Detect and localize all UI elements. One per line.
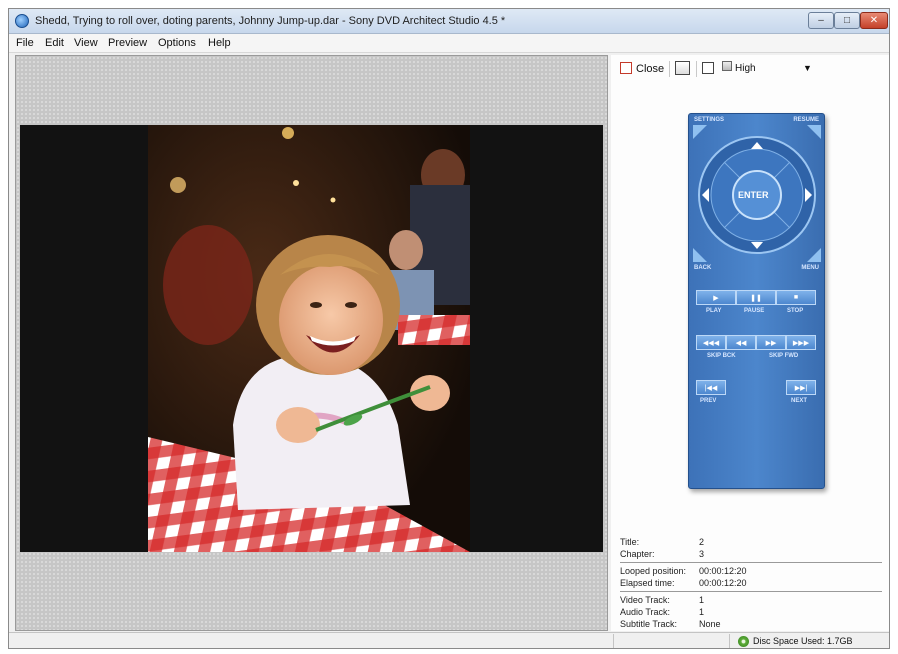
quality-select[interactable]: High bbox=[735, 63, 756, 74]
skip-forward-icon[interactable]: ▶▶ bbox=[756, 335, 786, 350]
info-divider bbox=[620, 562, 882, 563]
title-label: Title: bbox=[620, 537, 640, 547]
dropdown-arrow-icon[interactable]: ▼ bbox=[803, 63, 812, 73]
toolbar-separator bbox=[669, 61, 670, 77]
settings-button[interactable]: SETTINGS bbox=[694, 117, 724, 123]
app-window: Shedd, Trying to roll over, doting paren… bbox=[8, 8, 890, 649]
chapter-value: 3 bbox=[699, 549, 705, 559]
menu-preview[interactable]: Preview bbox=[108, 37, 147, 49]
window-title: Shedd, Trying to roll over, doting paren… bbox=[35, 15, 506, 27]
fullscreen-icon[interactable] bbox=[702, 62, 714, 74]
safe-area-icon[interactable] bbox=[675, 61, 690, 75]
prev-icon[interactable]: |◀◀ bbox=[696, 380, 726, 395]
info-divider bbox=[620, 591, 882, 592]
photo-image bbox=[148, 125, 470, 552]
preview-area bbox=[15, 55, 608, 631]
looped-position-label: Looped position: bbox=[620, 566, 687, 576]
menu-options[interactable]: Options bbox=[158, 37, 196, 49]
menu-bar: File Edit View Preview Options Help bbox=[9, 34, 889, 53]
status-divider bbox=[729, 634, 730, 648]
resume-button[interactable]: RESUME bbox=[793, 117, 819, 123]
pause-icon[interactable]: ❚❚ bbox=[736, 290, 776, 305]
close-label[interactable]: Close bbox=[636, 63, 664, 75]
right-panel: Close High ▼ SETTINGS RESUME ENTER BACK … bbox=[611, 55, 889, 631]
pause-label: PAUSE bbox=[744, 308, 765, 314]
title-value: 2 bbox=[699, 537, 705, 547]
video-track-label: Video Track: bbox=[620, 595, 670, 605]
menu-edit[interactable]: Edit bbox=[45, 37, 64, 49]
skip-back-icon[interactable]: ◀◀ bbox=[726, 335, 756, 350]
video-track-value: 1 bbox=[699, 595, 705, 605]
menu-view[interactable]: View bbox=[74, 37, 98, 49]
disc-space-used: Disc Space Used: 1.7GB bbox=[753, 636, 853, 646]
preview-photo bbox=[148, 125, 470, 552]
menu-help[interactable]: Help bbox=[208, 37, 231, 49]
close-icon[interactable] bbox=[620, 62, 632, 74]
stop-icon[interactable]: ■ bbox=[776, 290, 816, 305]
dvd-remote: SETTINGS RESUME ENTER BACK MENU ▶ ❚❚ ■ P… bbox=[688, 113, 825, 489]
disc-icon bbox=[738, 636, 749, 647]
chapter-label: Chapter: bbox=[620, 549, 655, 559]
skip-fwd-label: SKIP FWD bbox=[769, 353, 799, 359]
skip-back-label: SKIP BCK bbox=[707, 353, 736, 359]
status-bar: Disc Space Used: 1.7GB bbox=[9, 632, 889, 648]
maximize-button[interactable]: □ bbox=[834, 12, 860, 29]
toolbar-separator bbox=[696, 61, 697, 77]
audio-track-label: Audio Track: bbox=[620, 607, 671, 617]
back-button[interactable]: BACK bbox=[694, 265, 711, 271]
menu-file[interactable]: File bbox=[16, 37, 34, 49]
title-bar[interactable]: Shedd, Trying to roll over, doting paren… bbox=[9, 9, 889, 34]
looped-position-value: 00:00:12:20 bbox=[699, 566, 747, 576]
skip-forward-fast-icon[interactable]: ▶▶▶ bbox=[786, 335, 816, 350]
prev-label: PREV bbox=[700, 398, 717, 404]
play-icon[interactable]: ▶ bbox=[696, 290, 736, 305]
subtitle-track-value: None bbox=[699, 619, 721, 629]
app-icon[interactable] bbox=[15, 14, 29, 28]
video-frame[interactable] bbox=[20, 125, 603, 552]
enter-button[interactable]: ENTER bbox=[738, 190, 769, 200]
audio-track-value: 1 bbox=[699, 607, 705, 617]
next-icon[interactable]: ▶▶| bbox=[786, 380, 816, 395]
next-label: NEXT bbox=[791, 398, 808, 404]
minimize-button[interactable]: – bbox=[808, 12, 834, 29]
status-divider bbox=[613, 634, 614, 648]
play-label: PLAY bbox=[706, 308, 722, 314]
skip-back-fast-icon[interactable]: ◀◀◀ bbox=[696, 335, 726, 350]
elapsed-time-value: 00:00:12:20 bbox=[699, 578, 747, 588]
subtitle-track-label: Subtitle Track: bbox=[620, 619, 678, 629]
menu-button[interactable]: MENU bbox=[801, 265, 819, 271]
quality-icon bbox=[722, 61, 732, 71]
elapsed-time-label: Elapsed time: bbox=[620, 578, 675, 588]
stop-label: STOP bbox=[787, 308, 804, 314]
close-window-button[interactable]: ✕ bbox=[860, 12, 888, 29]
